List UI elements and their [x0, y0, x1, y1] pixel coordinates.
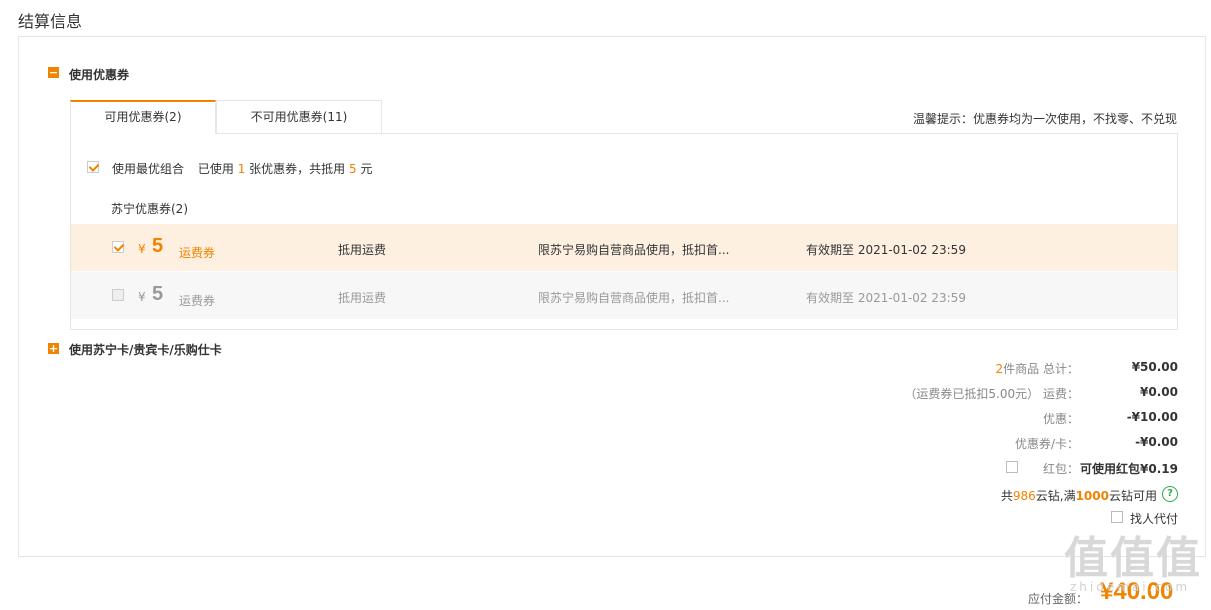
redpacket-value: 可使用红包¥0.19	[1080, 462, 1178, 476]
collapse-icon[interactable]: −	[48, 67, 59, 78]
coupon-currency: ¥	[138, 290, 146, 304]
page-title: 结算信息	[18, 12, 83, 31]
yunzuan-mid: 云钻,满	[1035, 489, 1076, 503]
shipping-label: 运费：	[1042, 387, 1079, 401]
tab-available-coupons[interactable]: 可用优惠券(2)	[70, 100, 216, 134]
best-combo-count: 1	[237, 162, 246, 176]
best-combo-mid: 张优惠券，共抵用	[249, 162, 346, 176]
coupon-currency: ¥	[138, 242, 146, 256]
shipping-label-line: （运费券已抵扣5.00元） 运费：	[904, 385, 1079, 402]
coupon-amount: 5	[152, 283, 164, 305]
coupon-card-value: -¥0.00	[1135, 435, 1178, 449]
shipping-value: ¥0.00	[1140, 385, 1178, 399]
tab-unavailable-coupons[interactable]: 不可用优惠券(11)	[216, 100, 382, 133]
yunzuan-prefix: 共	[1000, 489, 1013, 503]
best-combo-line: 使用最优组合 已使用 1 张优惠券，共抵用 5 元	[112, 160, 372, 177]
yunzuan-line: 共986云钻,满1000云钻可用	[1001, 487, 1157, 504]
shipping-note: （运费券已抵扣5.00元）	[904, 387, 1040, 401]
watermark-text: zhidemai.com	[1070, 580, 1191, 594]
coupon-validity: 有效期至 2021-01-02 23:59	[806, 243, 966, 257]
items-total-label: 2件商品 总计：	[996, 360, 1079, 377]
coupon-section-label[interactable]: 使用优惠券	[69, 66, 129, 83]
discount-value: -¥10.00	[1126, 410, 1178, 424]
yunzuan-threshold: 1000	[1075, 489, 1109, 503]
coupon-card-label: 优惠券/卡：	[1014, 437, 1079, 451]
coupon-scope: 限苏宁易购自营商品使用，抵扣首...	[538, 291, 730, 305]
best-combo-checkbox[interactable]	[87, 161, 99, 173]
best-combo-label[interactable]: 使用最优组合	[112, 162, 184, 176]
items-label: 件商品 总计：	[1003, 362, 1079, 376]
best-combo-amount: 5	[349, 162, 357, 176]
coupon-amount: 5	[152, 235, 164, 257]
help-icon[interactable]: ?	[1162, 486, 1178, 502]
coupon-tip: 温馨提示：优惠券均为一次使用，不找零、不兑现	[912, 112, 1177, 126]
coupon-type: 运费券	[179, 294, 216, 308]
coupon-usage: 抵用运费	[338, 291, 387, 305]
redpacket-label: 红包：	[1042, 462, 1079, 476]
best-combo-prefix: 已使用	[197, 162, 234, 176]
coupon-type: 运费券	[179, 246, 216, 260]
items-total-value: ¥50.00	[1131, 360, 1178, 374]
watermark-logo: 值值值	[1064, 533, 1202, 584]
redpacket-checkbox[interactable]	[1006, 461, 1018, 473]
coupon-group-title: 苏宁优惠券(2)	[111, 202, 188, 216]
coupon-checkbox[interactable]	[112, 289, 124, 301]
best-combo-suffix: 元	[360, 162, 373, 176]
coupon-checkbox[interactable]	[112, 241, 124, 253]
yunzuan-suffix: 云钻可用	[1108, 489, 1157, 503]
coupon-usage: 抵用运费	[338, 243, 387, 257]
expand-icon[interactable]: +	[48, 343, 59, 354]
coupon-scope: 限苏宁易购自营商品使用，抵扣首...	[538, 243, 730, 257]
coupon-validity: 有效期至 2021-01-02 23:59	[806, 291, 966, 305]
yunzuan-count: 986	[1012, 489, 1036, 503]
discount-label: 优惠：	[1042, 412, 1079, 426]
card-section-label[interactable]: 使用苏宁卡/贵宾卡/乐购仕卡	[69, 341, 222, 358]
